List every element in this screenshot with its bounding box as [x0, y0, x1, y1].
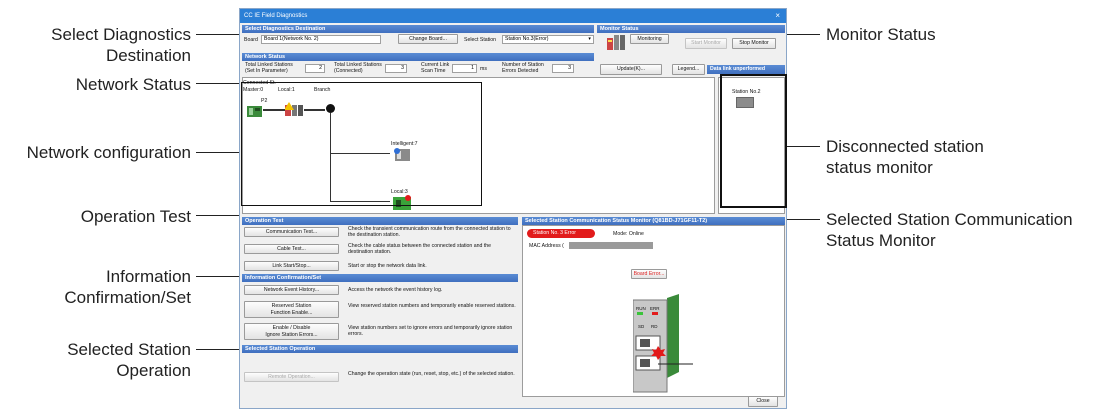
- callout-text: Monitor Status: [826, 25, 936, 44]
- callout-network-status: Network Status: [0, 74, 191, 95]
- run-led-label: RUN: [636, 306, 646, 311]
- remote-operation-description: Change the operation state (run, reset, …: [348, 371, 515, 377]
- cable-test-description: Check the cable status between the conne…: [348, 243, 492, 255]
- callout-text: Selected Station: [67, 340, 191, 359]
- total-connected-value: 3: [385, 64, 407, 73]
- callout-text: Network configuration: [26, 143, 191, 162]
- callout-text: status monitor: [826, 158, 933, 177]
- disconnected-station-highlight: [720, 74, 787, 208]
- callout-selected-station-operation: Selected Station Operation: [0, 339, 191, 381]
- change-board-button[interactable]: Change Board...: [398, 34, 458, 44]
- comm-status-monitor-header: Selected Station Communication Status Mo…: [522, 217, 785, 225]
- information-confirmation-header: Information Confirmation/Set: [242, 274, 518, 282]
- leader-line: [196, 215, 239, 216]
- station-mode: Mode: Online: [613, 231, 644, 237]
- callout-text: Operation: [116, 361, 191, 380]
- callout-select-diagnostics: Select Diagnostics Destination: [0, 24, 191, 66]
- callout-text: Select Diagnostics: [51, 25, 191, 44]
- callout-disconnected-station: Disconnected station status monitor: [826, 136, 1096, 178]
- callout-text: Network Status: [75, 75, 191, 94]
- callout-information-confirmation: Information Confirmation/Set: [0, 266, 191, 308]
- title-bar: CC IE Field Diagnostics ×: [240, 9, 786, 23]
- callout-text: Destination: [105, 46, 191, 65]
- select-station-label: Select Station: [464, 37, 497, 43]
- reserved-station-button[interactable]: Reserved Station Function Enable...: [244, 301, 339, 318]
- callout-selected-station-comm: Selected Station Communication Status Mo…: [826, 209, 1100, 251]
- leader-line: [196, 152, 239, 153]
- board-field[interactable]: Board 1(Network No. 2): [261, 35, 381, 44]
- scan-unit: ms: [480, 66, 487, 72]
- ignore-station-errors-button[interactable]: Enable / Disable Ignore Station Errors..…: [244, 323, 339, 340]
- network-configuration-highlight: [241, 82, 482, 206]
- scan-time-value: 1: [452, 64, 477, 73]
- leader-line: [787, 34, 820, 35]
- board-error-button[interactable]: Board Error...: [631, 269, 667, 279]
- board-label: Board: [244, 37, 258, 43]
- communication-test-button[interactable]: Communication Test...: [244, 227, 339, 237]
- callout-text: Status Monitor: [826, 231, 936, 250]
- network-event-history-button[interactable]: Network Event History...: [244, 285, 339, 295]
- remote-operation-button[interactable]: Remote Operation...: [244, 372, 339, 382]
- operation-test-header: Operation Test: [242, 217, 518, 225]
- err-led-label: ERR: [650, 306, 660, 311]
- callout-text: Information: [105, 267, 191, 286]
- callout-text: Selected Station Communication: [826, 210, 1073, 229]
- scan-time-label: Current Link Scan Time: [421, 62, 450, 74]
- monitor-status-header: Monitor Status: [597, 25, 785, 33]
- chevron-down-icon[interactable]: ▾: [588, 36, 591, 43]
- legend-button[interactable]: Legend...: [672, 64, 705, 75]
- cable-test-button[interactable]: Cable Test...: [244, 244, 339, 254]
- comm-status-monitor-panel: Station No. 3 Error Mode: Online MAC Add…: [522, 225, 785, 397]
- total-set-value: 2: [305, 64, 325, 73]
- close-button[interactable]: Close: [748, 396, 778, 407]
- leader-line: [196, 349, 239, 350]
- callout-network-configuration: Network configuration: [0, 142, 191, 163]
- callout-monitor-status: Monitor Status: [826, 24, 1096, 45]
- link-start-stop-description: Start or stop the network data link.: [348, 263, 427, 269]
- reserved-station-description: View reserved station numbers and tempor…: [348, 303, 516, 309]
- leader-line: [196, 276, 239, 277]
- link-start-stop-button[interactable]: Link Start/Stop...: [244, 261, 339, 271]
- station-errors-label: Number of Station Errors Detected: [502, 62, 544, 74]
- station-error-badge: Station No. 3 Error: [527, 229, 595, 238]
- data-link-unperformed-header: Data link unperformed: [707, 65, 785, 74]
- monitoring-indicator: Monitoring: [630, 34, 669, 44]
- close-icon[interactable]: ×: [775, 9, 780, 23]
- mac-address-label: MAC Address (: [529, 243, 564, 249]
- diagnostics-window: CC IE Field Diagnostics × Select Diagnos…: [239, 8, 787, 409]
- callout-operation-test: Operation Test: [0, 206, 191, 227]
- communication-test-description: Check the transient communication route …: [348, 226, 511, 238]
- leader-line: [787, 146, 820, 147]
- total-set-label: Total Linked Stations (Set In Parameter): [245, 62, 293, 74]
- select-destination-header: Select Diagnostics Destination: [242, 25, 594, 33]
- stop-monitor-button[interactable]: Stop Monitor: [732, 38, 776, 49]
- callout-text: Confirmation/Set: [64, 288, 191, 307]
- monitoring-icon: [607, 35, 626, 50]
- total-connected-label: Total Linked Stations (Connected): [334, 62, 382, 74]
- station-errors-value: 3: [552, 64, 574, 73]
- window-title: CC IE Field Diagnostics: [244, 13, 308, 19]
- leader-line: [196, 83, 239, 84]
- start-monitor-button[interactable]: Start Monitor: [685, 38, 727, 49]
- rd-led-label: RD: [651, 324, 658, 329]
- network-status-header: Network Status: [242, 53, 594, 61]
- selected-station-operation-header: Selected Station Operation: [242, 345, 518, 353]
- update-button[interactable]: Update(K)...: [600, 64, 662, 75]
- callout-text: Operation Test: [80, 207, 191, 226]
- event-history-description: Access the network the event history log…: [348, 287, 443, 293]
- ignore-station-errors-description: View station numbers set to ignore error…: [348, 325, 513, 337]
- callout-text: Disconnected station: [826, 137, 984, 156]
- sd-led-label: SD: [638, 324, 645, 329]
- mac-address-value: [569, 242, 653, 249]
- leader-line: [787, 219, 820, 220]
- station-select-value: Station No.3(Error): [505, 36, 549, 42]
- leader-line: [196, 34, 239, 35]
- station-select[interactable]: Station No.3(Error) ▾: [502, 35, 594, 44]
